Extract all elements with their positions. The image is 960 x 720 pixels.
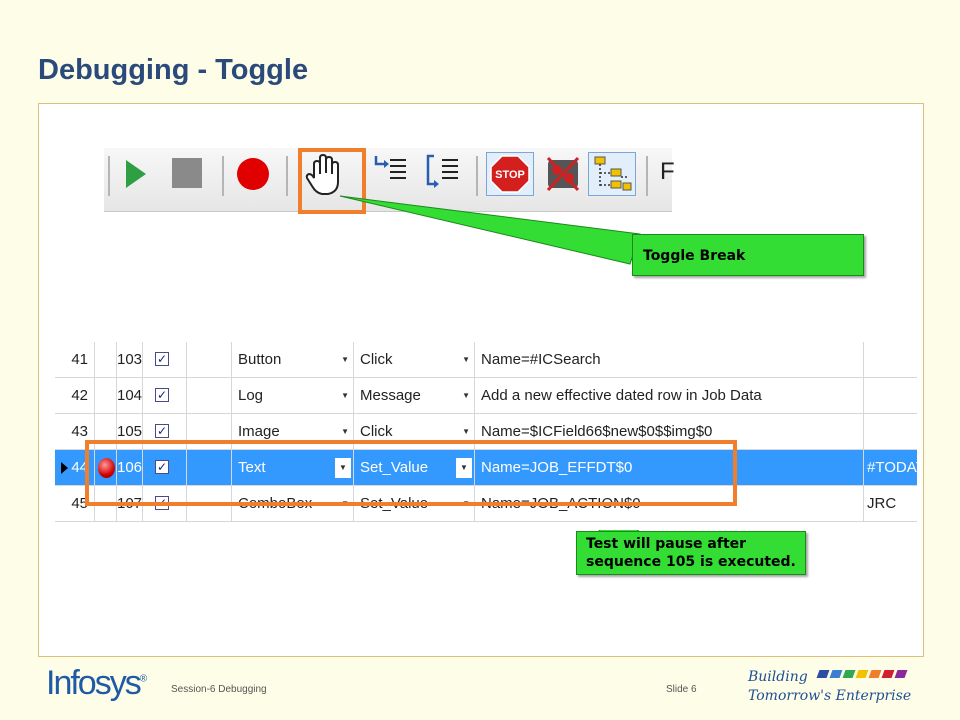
breakpoint-cell[interactable]	[95, 378, 117, 413]
value-cell[interactable]	[864, 378, 917, 413]
value-cell[interactable]: #TODAY	[864, 450, 917, 485]
tagline-color-bar	[868, 670, 882, 678]
infosys-logo: Infosys®	[46, 664, 148, 702]
action-select[interactable]: Click ▼	[354, 342, 475, 377]
object-type-value: Button	[238, 351, 282, 368]
action-value: Click	[360, 351, 393, 368]
selected-row-highlight-box	[85, 440, 737, 506]
breakpoint-cell[interactable]	[95, 342, 117, 377]
action-select[interactable]: Message ▼	[354, 378, 475, 413]
value-cell[interactable]	[864, 342, 917, 377]
sequence-number: 104	[117, 378, 143, 413]
blank-cell	[187, 342, 232, 377]
blank-cell	[187, 378, 232, 413]
pause-callout: Test will pause after sequence 105 is ex…	[576, 531, 806, 575]
object-type-value: Log	[238, 387, 264, 404]
tagline-color-bar	[881, 670, 895, 678]
tagline-color-bar	[855, 670, 869, 678]
active-checkbox[interactable]: ✓	[155, 388, 169, 402]
active-checkbox[interactable]: ✓	[155, 424, 169, 438]
tagline-color-bar	[816, 670, 830, 678]
object-type-select[interactable]: Log ▼	[232, 378, 354, 413]
footer-session: Session-6 Debugging	[171, 684, 267, 695]
target-cell[interactable]: Name=#ICSearch	[475, 342, 864, 377]
row-number: 42	[55, 378, 95, 413]
pause-callout-line2: sequence 105 is executed.	[586, 554, 796, 570]
tagline-color-bar	[829, 670, 843, 678]
action-value: Click	[360, 423, 393, 440]
toggle-break-callout: Toggle Break	[632, 234, 864, 276]
footer-slide-number: Slide 6	[666, 684, 697, 695]
dropdown-arrow-icon[interactable]: ▼	[462, 342, 470, 377]
current-row-marker-icon	[61, 462, 68, 474]
dropdown-arrow-icon[interactable]: ▼	[341, 342, 349, 377]
tagline-line2: Tomorrow's Enterprise	[748, 688, 912, 704]
active-cell[interactable]: ✓	[143, 378, 187, 413]
dropdown-arrow-icon[interactable]: ▼	[462, 378, 470, 413]
dropdown-arrow-icon[interactable]: ▼	[341, 378, 349, 413]
tagline-color-bar	[842, 670, 856, 678]
action-value: Message	[360, 387, 421, 404]
value-cell[interactable]	[864, 414, 917, 449]
active-cell[interactable]: ✓	[143, 342, 187, 377]
object-type-select[interactable]: Button ▼	[232, 342, 354, 377]
target-cell[interactable]: Add a new effective dated row in Job Dat…	[475, 378, 864, 413]
tagline-color-bar	[894, 670, 908, 678]
row-number: 41	[55, 342, 95, 377]
grid-row[interactable]: 42 104 ✓ Log ▼ Message ▼ Add a new effective da…	[55, 378, 917, 414]
tagline-color-bars	[816, 670, 912, 678]
grid-row[interactable]: 41 103 ✓ Button ▼ Click ▼ Name=#ICSearch	[55, 342, 917, 378]
object-type-value: Image	[238, 423, 280, 440]
sequence-number: 103	[117, 342, 143, 377]
active-checkbox[interactable]: ✓	[155, 352, 169, 366]
value-cell[interactable]: JRC	[864, 486, 917, 521]
pause-callout-line1: Test will pause after	[586, 536, 747, 552]
toggle-break-pointer	[339, 195, 641, 265]
